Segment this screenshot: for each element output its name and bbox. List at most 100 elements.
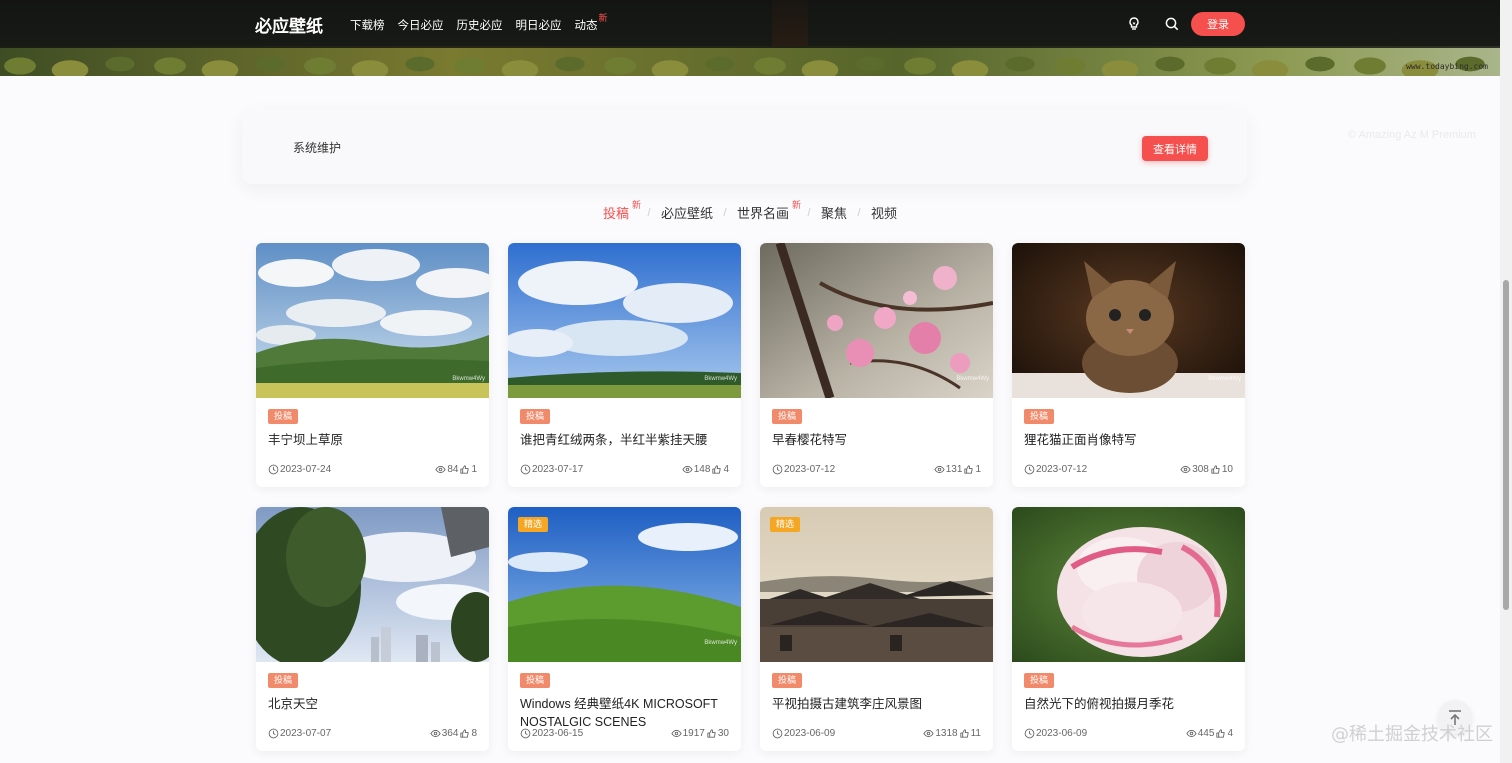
nav-label: 下载榜: [350, 20, 385, 32]
category-tag: 投稿: [772, 409, 803, 424]
card-meta: 2023-06-15 1917 30: [520, 728, 729, 739]
nav-label: 动态: [574, 20, 598, 32]
eye-icon: [1186, 729, 1197, 738]
thumbs-up-icon[interactable]: [706, 728, 717, 739]
featured-badge: 精选: [770, 517, 801, 532]
eye-icon: [1180, 465, 1191, 474]
notice-text: 系统维护: [293, 141, 342, 155]
card-title[interactable]: 狸花猫正面肖像特写: [1024, 431, 1233, 467]
card-title[interactable]: 早春樱花特写: [772, 431, 981, 467]
like-count: 10: [1221, 464, 1233, 475]
publish-date: 2023-07-07: [280, 728, 332, 739]
wallpaper-card[interactable]: Bkwmw4Wy 投稿 谁把青红绒两条，半红半紫挂天腰 2023-07-17 1…: [508, 243, 741, 487]
wallpaper-card[interactable]: 投稿 北京天空 2023-07-07 364 8: [256, 507, 489, 751]
card-title[interactable]: 丰宁坝上草原: [268, 431, 477, 467]
wallpaper-card[interactable]: 精选 Bkwmw4Wy 投稿 Windows 经典壁纸4K MICROSOFT …: [508, 507, 741, 751]
clock-icon: [520, 464, 531, 475]
like-count: 1: [471, 464, 477, 475]
category-tag: 投稿: [268, 409, 299, 424]
tab-divider: /: [723, 206, 727, 219]
thumbnail-watermark: Bkwmw4Wy: [956, 376, 989, 382]
clock-icon: [772, 728, 783, 739]
view-details-button[interactable]: 查看详情: [1142, 136, 1208, 161]
category-tag: 投稿: [520, 673, 551, 688]
tab-label: 世界名画: [736, 206, 789, 221]
view-count: 445: [1197, 728, 1215, 739]
category-tag: 投稿: [772, 673, 803, 688]
thumbs-up-icon[interactable]: [1215, 728, 1226, 739]
wallpaper-card[interactable]: Bkwmw4Wy 投稿 早春樱花特写 2023-07-12 131 1: [760, 243, 993, 487]
view-count: 308: [1192, 464, 1209, 475]
wallpaper-thumbnail[interactable]: [1012, 507, 1245, 662]
wallpaper-thumbnail[interactable]: Bkwmw4Wy: [256, 243, 489, 398]
wallpaper-thumbnail[interactable]: 精选 Bkwmw4Wy: [508, 507, 741, 662]
like-count: 30: [717, 728, 729, 739]
clock-icon: [1024, 728, 1035, 739]
tab-spotlight[interactable]: 聚焦: [821, 203, 847, 222]
card-meta: 2023-07-12 308 10: [1024, 464, 1233, 475]
thumbs-up-icon[interactable]: [711, 464, 722, 475]
card-title[interactable]: 谁把青红绒两条，半红半紫挂天腰: [520, 431, 729, 467]
wallpaper-card[interactable]: Bkwmw4Wy 投稿 狸花猫正面肖像特写 2023-07-12 308 10: [1012, 243, 1245, 487]
clock-icon: [772, 464, 783, 475]
view-count: 1318: [935, 728, 958, 739]
wallpaper-thumbnail[interactable]: [256, 507, 489, 662]
thumbnail-watermark: Bkwmw4Wy: [1208, 376, 1241, 382]
view-count: 148: [693, 464, 711, 475]
clock-icon: [520, 728, 531, 739]
wallpaper-thumbnail[interactable]: Bkwmw4Wy: [1012, 243, 1245, 398]
hero-trees: [0, 46, 1500, 76]
tab-label: 视频: [871, 206, 898, 221]
login-button[interactable]: 登录: [1191, 12, 1245, 36]
wallpaper-card[interactable]: 精选 投稿 平视拍摄古建筑李庄风景图 2023-06-09 1318 11: [760, 507, 993, 751]
wallpaper-card[interactable]: Bkwmw4Wy 投稿 丰宁坝上草原 2023-07-24 84 1: [256, 243, 489, 487]
thumbs-up-icon[interactable]: [1210, 464, 1221, 475]
eye-icon: [435, 465, 446, 474]
tab-world-paintings[interactable]: 世界名画新: [736, 200, 801, 222]
nav-tomorrow-bing[interactable]: 明日必应: [516, 17, 562, 33]
eye-icon: [430, 729, 441, 738]
card-meta: 2023-06-09 445 4: [1024, 728, 1233, 739]
thumbs-up-icon[interactable]: [459, 464, 470, 475]
view-count: 84: [447, 464, 459, 475]
card-title[interactable]: Windows 经典壁纸4K MICROSOFT NOSTALGIC SCENE…: [520, 695, 729, 731]
site-logo[interactable]: 必应壁纸: [255, 12, 323, 37]
tab-submissions[interactable]: 投稿新: [602, 200, 641, 222]
thumbs-up-icon[interactable]: [459, 728, 470, 739]
card-title[interactable]: 自然光下的俯视拍摄月季花: [1024, 695, 1233, 731]
card-title[interactable]: 北京天空: [268, 695, 477, 731]
wallpaper-thumbnail[interactable]: Bkwmw4Wy: [760, 243, 993, 398]
thumbs-up-icon[interactable]: [963, 464, 974, 475]
page-scrollbar[interactable]: [1500, 0, 1512, 763]
like-count: 8: [471, 728, 477, 739]
nav-activity[interactable]: 动态新: [574, 13, 608, 33]
wallpaper-card[interactable]: 投稿 自然光下的俯视拍摄月季花 2023-06-09 445 4: [1012, 507, 1245, 751]
wallpaper-thumbnail[interactable]: 精选: [760, 507, 993, 662]
wallpaper-grid: Bkwmw4Wy 投稿 丰宁坝上草原 2023-07-24 84 1 Bkwmw4…: [256, 243, 1245, 751]
scrollbar-thumb[interactable]: [1503, 280, 1509, 610]
tab-label: 投稿: [602, 206, 629, 221]
lightbulb-icon[interactable]: [1126, 16, 1142, 32]
thumbs-up-icon[interactable]: [959, 728, 970, 739]
view-count: 131: [945, 464, 963, 475]
nav-history-bing[interactable]: 历史必应: [457, 17, 503, 33]
search-icon[interactable]: [1164, 16, 1180, 32]
tab-videos[interactable]: 视频: [871, 203, 897, 222]
nav-download-rank[interactable]: 下载榜: [350, 17, 385, 33]
tab-label: 聚焦: [821, 206, 848, 221]
card-title[interactable]: 平视拍摄古建筑李庄风景图: [772, 695, 981, 731]
category-tabs: 投稿新 / 必应壁纸 / 世界名画新 / 聚焦 / 视频: [0, 200, 1500, 222]
site-watermark: @稀土掘金技术社区: [1331, 724, 1493, 745]
wallpaper-thumbnail[interactable]: Bkwmw4Wy: [508, 243, 741, 398]
nav-today-bing[interactable]: 今日必应: [398, 17, 444, 33]
thumbnail-watermark: Bkwmw4Wy: [704, 640, 737, 646]
new-badge: 新: [631, 200, 641, 210]
category-tag: 投稿: [1024, 673, 1055, 688]
clock-icon: [1024, 464, 1035, 475]
card-meta: 2023-07-17 148 4: [520, 464, 729, 475]
tab-bing-wallpaper[interactable]: 必应壁纸: [661, 203, 713, 222]
card-meta: 2023-07-12 131 1: [772, 464, 981, 475]
nav-label: 明日必应: [515, 20, 562, 32]
thumbnail-watermark: Bkwmw4Wy: [452, 376, 485, 382]
new-badge: 新: [598, 13, 608, 23]
